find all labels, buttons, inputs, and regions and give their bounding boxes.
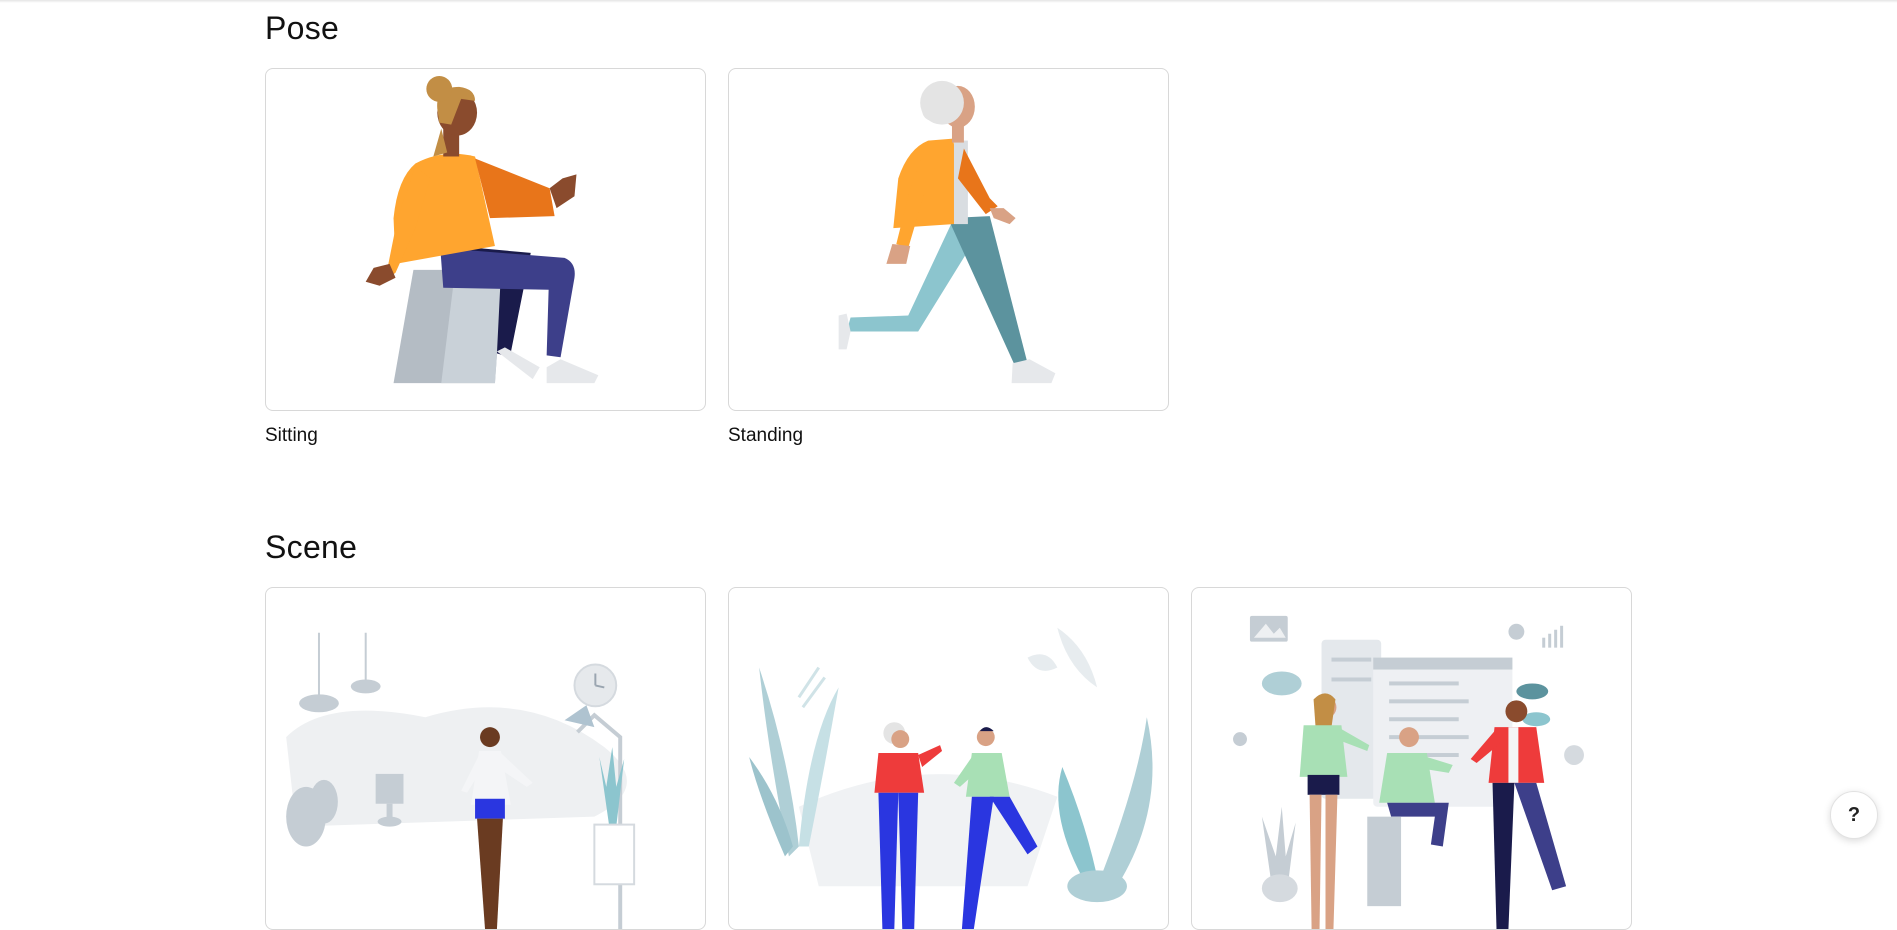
section-title-scene: Scene <box>265 529 358 565</box>
sitting-person-illustration <box>365 75 599 384</box>
standing-person-illustration <box>838 80 1056 384</box>
greeting-outdoor-scene-illustration <box>749 627 1153 929</box>
help-button[interactable]: ? <box>1830 791 1878 839</box>
pose-card-standing[interactable] <box>728 68 1169 411</box>
scene-card-greeting[interactable] <box>728 587 1169 930</box>
top-bar-shadow <box>0 0 1897 3</box>
section-title-pose: Pose <box>265 10 340 46</box>
pose-card-label-sitting: Sitting <box>265 425 318 446</box>
pose-card-sitting[interactable] <box>265 68 706 411</box>
scene-card-dashboard-team[interactable] <box>1191 587 1632 930</box>
dashboard-team-scene-illustration <box>1233 615 1584 929</box>
scene-card-living-room[interactable] <box>265 587 706 930</box>
pose-card-label-standing: Standing <box>728 425 804 446</box>
living-room-scene-illustration <box>286 632 636 929</box>
